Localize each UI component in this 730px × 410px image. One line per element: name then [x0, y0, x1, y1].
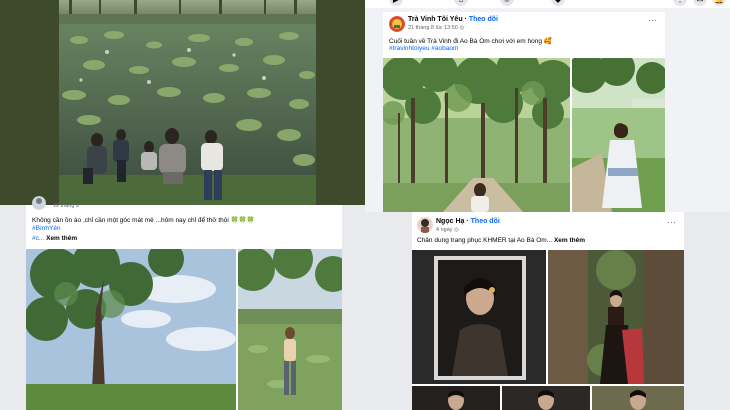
globe-icon: ◎ — [454, 227, 459, 233]
gaming-icon[interactable]: ◆ — [551, 0, 565, 6]
portrait-photo-4[interactable] — [502, 386, 590, 410]
author-avatar[interactable] — [389, 16, 405, 32]
follow-button[interactable]: Theo dõi — [469, 16, 498, 23]
author-avatar[interactable] — [32, 196, 46, 210]
post-timestamp[interactable]: 4 ngày — [436, 227, 453, 233]
post-meta: 21 tháng 8 lúc 13:50 ◎ — [408, 25, 464, 31]
portrait-photo-5[interactable] — [592, 386, 684, 410]
more-options-icon[interactable]: ··· — [648, 15, 657, 25]
see-more-link[interactable]: Xem thêm — [554, 237, 585, 244]
portrait-framed-photo[interactable] — [412, 250, 546, 384]
caption-row: Chân dung trang phục KHMER tại Ao Bà Om.… — [417, 237, 585, 244]
post-hashtag-truncated[interactable]: #c... — [32, 235, 44, 242]
post-hashtag[interactable]: #BìnhYên — [32, 225, 61, 232]
portrait-photo-3[interactable] — [412, 386, 500, 410]
tree-sky-photo[interactable] — [26, 249, 236, 410]
lotus-pond-photo[interactable] — [59, 0, 316, 205]
post-timestamp[interactable]: 12 tháng 9 — [53, 203, 79, 209]
post-caption: Cuối tuần về Trà Vinh đi Ao Bà Om chơi v… — [389, 38, 552, 45]
author-name[interactable]: Trà Vinh Tôi Yêu — [408, 16, 463, 23]
forest-photo[interactable] — [383, 58, 570, 212]
globe-icon: ◎ — [459, 25, 465, 31]
feed-post: Ngọc Hạ · Theo dõi 4 ngày ◎ ··· Chân dun… — [412, 212, 684, 410]
store-icon[interactable]: ⌂ — [454, 0, 468, 6]
post-header-name: Ngọc Hạ · Theo dõi — [436, 218, 500, 225]
post-header-name: Trà Vinh Tôi Yêu · Theo dõi — [408, 16, 498, 23]
author-avatar[interactable] — [417, 217, 433, 233]
notifications-icon[interactable]: 🔔 — [712, 0, 726, 6]
more-options-icon[interactable]: ··· — [667, 217, 676, 227]
woman-field-photo[interactable] — [238, 249, 342, 410]
traditional-dress-photo[interactable] — [548, 250, 684, 384]
post-caption: Chân dung trang phục KHMER tại Ao Bà Om.… — [417, 237, 553, 244]
top-navigation-bar: ▶ ⌂ ☺ ◆ ⋮ ✉ 🔔 — [365, 0, 730, 8]
messenger-icon[interactable]: ✉ — [693, 0, 707, 6]
follow-button[interactable]: Theo dõi — [471, 218, 500, 225]
groups-icon[interactable]: ☺ — [500, 0, 514, 6]
post-caption: Không cần ồn ào ,chỉ cần một góc mát mẻ … — [32, 217, 255, 224]
feed-post: Trà Vinh Tôi Yêu · Theo dõi 21 tháng 8 l… — [383, 12, 665, 212]
video-icon[interactable]: ▶ — [389, 0, 403, 6]
menu-grid-icon[interactable]: ⋮ — [673, 0, 687, 6]
feed-post: 12 tháng 9 Không cần ồn ào ,chỉ cần một … — [26, 196, 342, 410]
woman-white-dress-photo[interactable] — [572, 58, 665, 212]
see-more-link[interactable]: Xem thêm — [46, 235, 77, 242]
caption-more-row: #c... Xem thêm — [32, 235, 77, 242]
post-timestamp[interactable]: 21 tháng 8 lúc 13:50 — [408, 25, 458, 31]
author-name[interactable]: Ngọc Hạ — [436, 218, 464, 225]
post-meta: 4 ngày ◎ — [436, 227, 459, 233]
post-hashtags[interactable]: #travinhtoiyeu #aobaom — [389, 45, 458, 52]
